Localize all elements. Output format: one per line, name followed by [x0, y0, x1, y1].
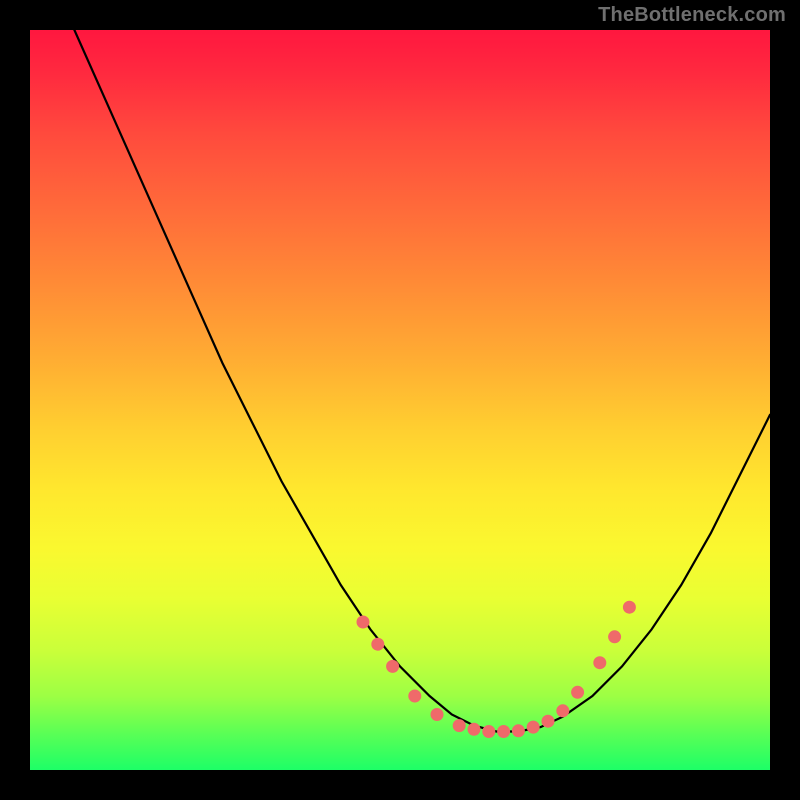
marker-dot: [512, 725, 524, 737]
plot-area: [30, 30, 770, 770]
marker-dot: [623, 601, 635, 613]
marker-dot: [409, 690, 421, 702]
marker-dot: [557, 705, 569, 717]
marker-dot: [483, 726, 495, 738]
watermark-text: TheBottleneck.com: [598, 4, 786, 27]
chart-svg: [30, 30, 770, 770]
marker-dot: [498, 726, 510, 738]
bottleneck-curve: [74, 30, 770, 732]
marker-dot: [468, 723, 480, 735]
marker-dot: [527, 721, 539, 733]
marker-dot: [594, 657, 606, 669]
marker-dot: [431, 709, 443, 721]
marker-dot: [387, 660, 399, 672]
marker-dot: [542, 715, 554, 727]
marker-dot: [453, 720, 465, 732]
marker-dot: [372, 638, 384, 650]
marker-dot: [609, 631, 621, 643]
marker-dot: [572, 686, 584, 698]
marker-group: [357, 601, 635, 737]
chart-frame: TheBottleneck.com: [0, 0, 800, 800]
marker-dot: [357, 616, 369, 628]
